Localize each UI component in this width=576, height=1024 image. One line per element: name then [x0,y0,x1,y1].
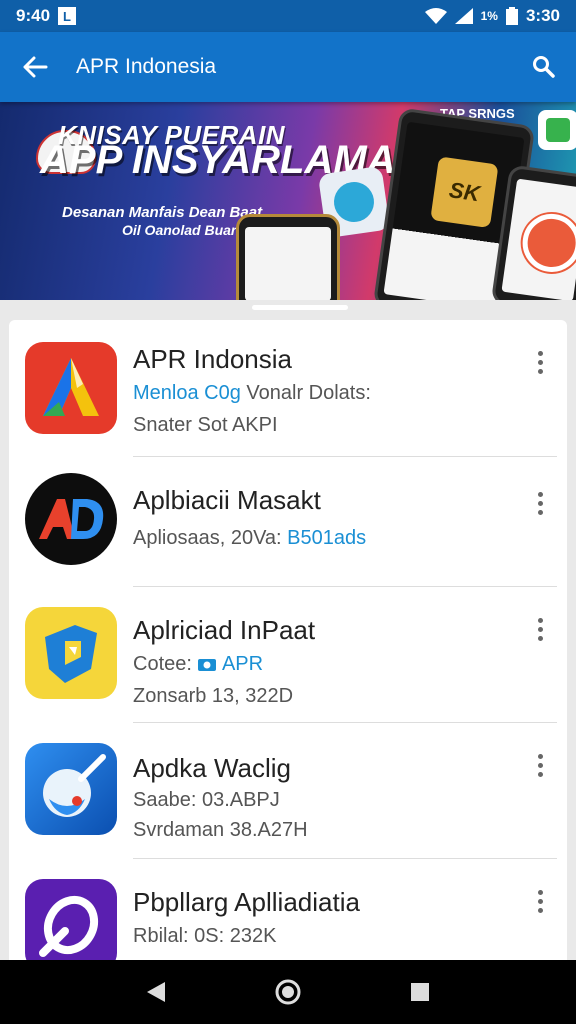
nav-recents-button[interactable] [396,968,444,1016]
camera-icon [198,659,217,671]
app-meta-accent: B501ads [287,527,367,549]
map-pin-icon [25,607,117,699]
purple-swirl-icon [25,879,117,971]
recents-square-icon [411,983,429,1001]
nav-home-button[interactable] [264,968,312,1016]
list-item[interactable]: APR Indonsia Menloa C0g Vonalr Dolats: S… [9,320,567,457]
ad-logo-icon [25,473,117,565]
app-name: Apdka Waclig [133,753,291,783]
arrow-left-icon [23,56,48,78]
wheel-icon [518,210,576,276]
drag-handle[interactable] [252,305,348,310]
more-options-button[interactable] [527,745,553,785]
app-meta: Cotee: APR [133,653,263,676]
wifi-icon [424,8,447,24]
phone-badge: SK [430,156,499,229]
notification-icon: L [58,7,77,25]
app-meta: Menloa C0g Vonalr Dolats: [133,382,371,405]
more-options-button[interactable] [527,881,553,921]
app-subtitle: Svrdaman 38.A27H [133,819,308,841]
tool-orb-icon [25,743,117,835]
back-button[interactable] [0,32,70,102]
app-subtitle: Snater Sot AKPI [133,414,278,436]
app-name: APR Indonsia [133,344,292,374]
more-options-button[interactable] [527,609,553,649]
status-time-right: 3:30 [525,6,560,25]
app-chip-icon [538,110,576,150]
status-left: 9:40 L [16,6,77,26]
app-list: APR Indonsia Menloa C0g Vonalr Dolats: S… [9,320,567,980]
status-right: 1% 3:30 [424,6,560,26]
app-name: Aplriciad InPaat [133,615,316,645]
battery-percent: 1% [480,9,498,23]
app-meta-accent: Menloa C0g [133,382,241,404]
more-options-button[interactable] [527,483,553,523]
more-options-button[interactable] [527,342,553,382]
navigation-bar [0,960,576,1024]
list-item[interactable]: Apdka Waclig Saabe: 03.ABPJ Svrdaman 38.… [9,723,567,859]
list-item[interactable]: Aplriciad InPaat Cotee: APR Zonsarb 13, … [9,587,567,723]
signal-icon [454,8,473,24]
app-meta-text: Apliosaas, 20Va: [133,527,288,549]
search-icon [533,56,555,78]
search-button[interactable] [512,32,576,102]
nav-back-button[interactable] [132,968,180,1016]
app-meta: Apliosaas, 20Va: B501ads [133,527,366,550]
app-meta: Saabe: 03.ABPJ [133,789,280,811]
status-bar: 9:40 L 1% 3:30 [0,0,576,32]
promo-banner[interactable]: KNISAY PUERAIN APP INSYARLAMA Desanan Ma… [0,102,576,300]
app-meta-text: Vonalr Dolats: [240,382,371,404]
phone-illustration-1 [236,214,340,300]
status-time-left: 9:40 [16,6,51,25]
app-name: Pbpllarg Aplliadiatia [133,887,360,917]
app-bar: APR Indonesia [0,32,576,102]
battery-icon [505,7,518,25]
back-triangle-icon [147,982,165,1002]
app-name: Aplbiacii Masakt [133,485,321,515]
banner-subtitle-1: Desanan Manfais Dean Baat [62,204,263,221]
page-title: APR Indonesia [76,55,217,78]
app-subtitle: Zonsarb 13, 322D [133,685,294,707]
app-meta-text: Cotee: [133,653,198,675]
app-meta-accent: APR [221,653,264,675]
home-circle-icon [275,979,301,1005]
triangle-a-icon [25,342,117,434]
list-item[interactable]: Aplbiacii Masakt Apliosaas, 20Va: B501ad… [9,457,567,587]
app-meta: Rbilal: 0S: 232K [133,925,277,947]
